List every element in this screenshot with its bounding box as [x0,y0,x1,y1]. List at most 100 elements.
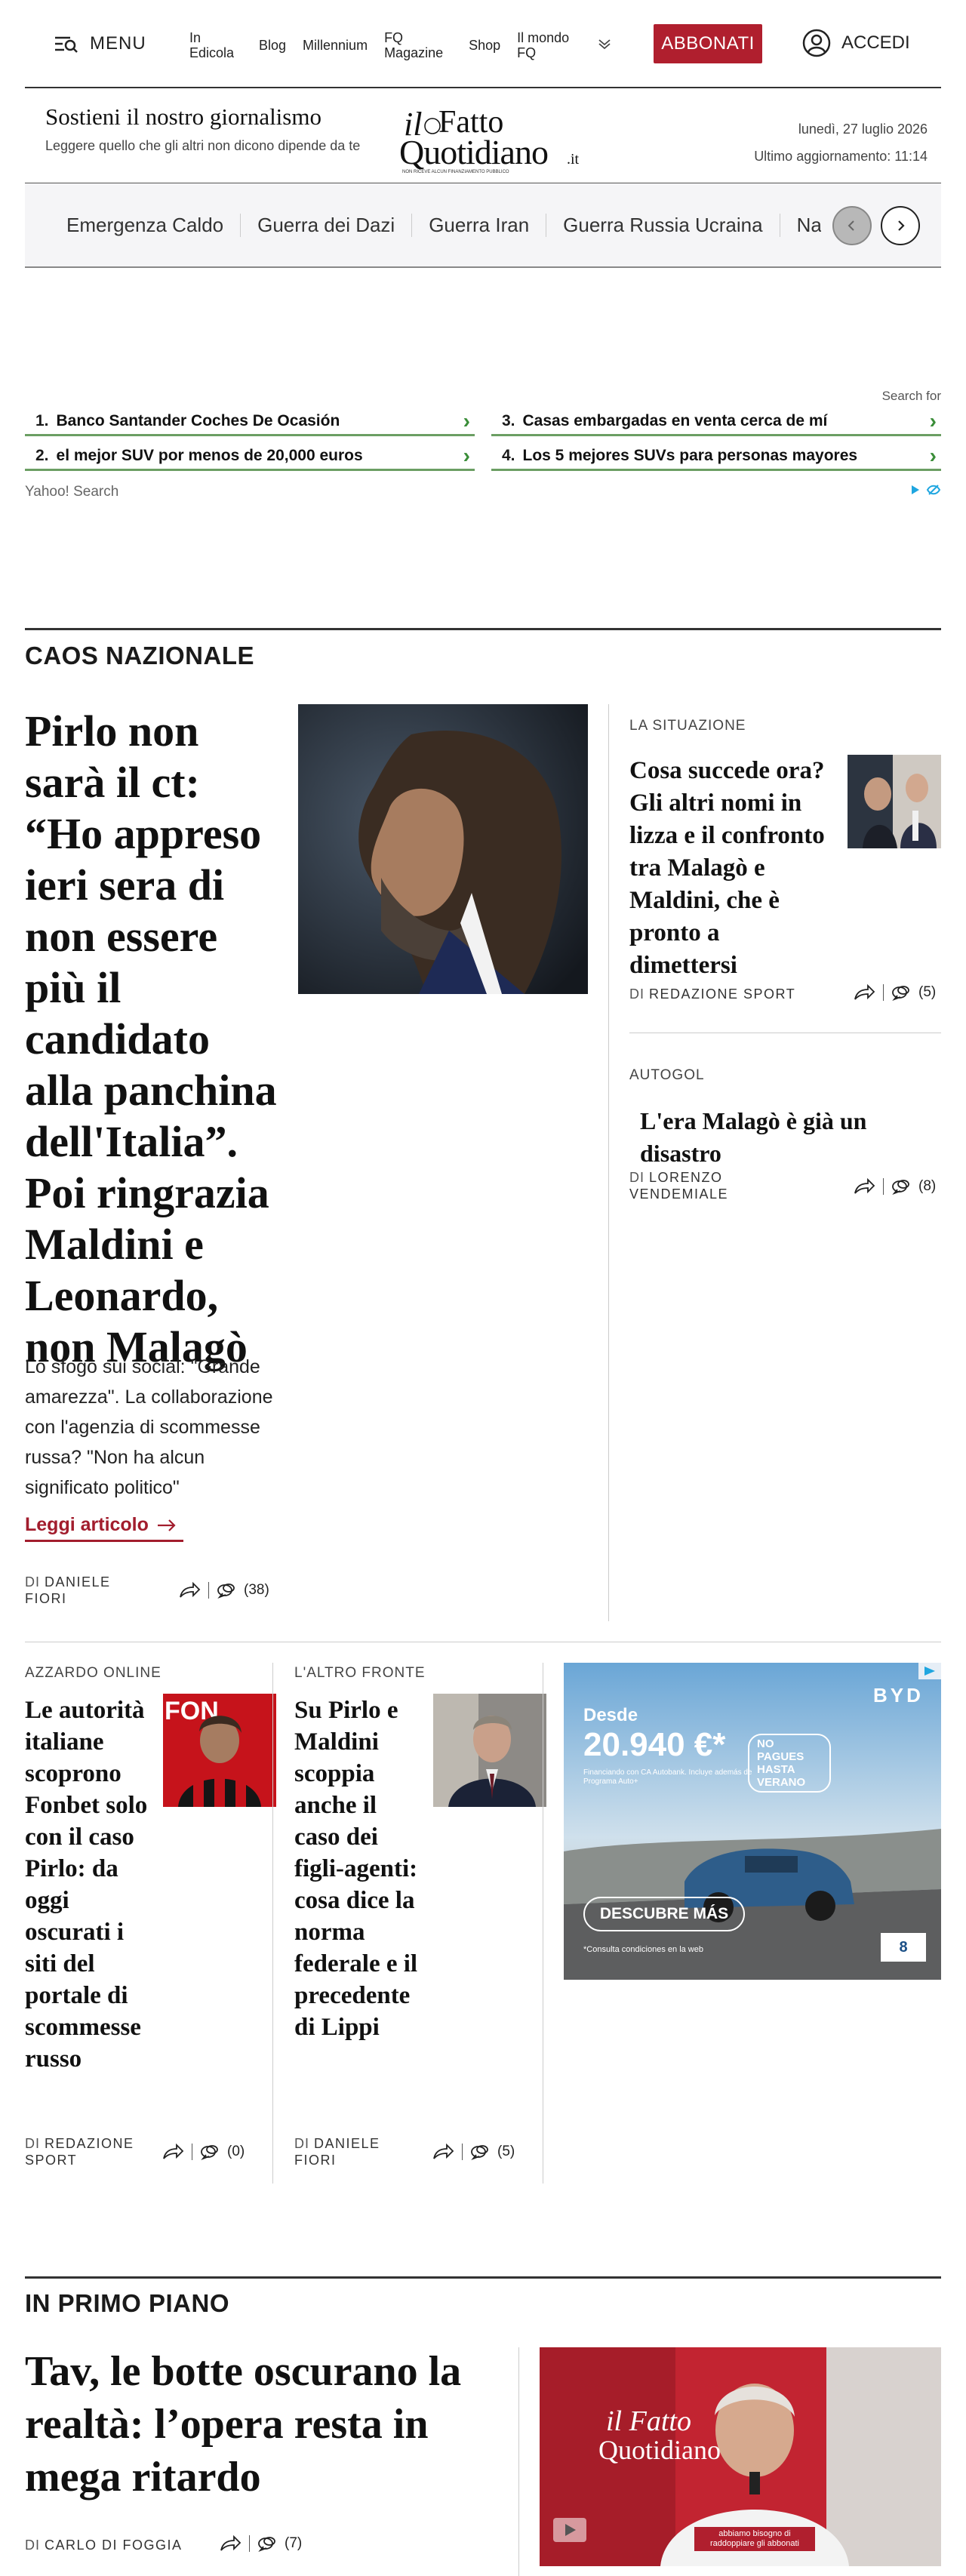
search-ad-link-2[interactable]: 2. el mejor SUV por menos de 20,000 euro… [25,442,475,471]
chevron-down-icon[interactable] [597,36,612,55]
comments-icon[interactable] [470,2144,490,2160]
side1-actions: (5) [853,984,936,1001]
nav-link-millennium[interactable]: Millennium [303,38,368,53]
nav-link-il-mondo-fq[interactable]: Il mondo FQ [517,30,585,60]
comment-count: (8) [918,1178,937,1194]
topic-emergenza-caldo[interactable]: Emergenza Caldo [66,213,242,237]
kicker-la-situazione[interactable]: LA SITUAZIONE [629,718,746,734]
topic-guerra-russia-ucraina[interactable]: Guerra Russia Ucraina [546,213,780,237]
promo-video[interactable]: il Fatto Quotidiano abbiamo bisogno di r… [540,2347,941,2566]
topic-guerra-iran[interactable]: Guerra Iran [412,213,547,237]
main-story-image[interactable] [298,704,588,994]
byline-prefix: DI [25,1574,40,1590]
ad-warranty-badge: 8 [881,1933,926,1962]
nav-link-in-edicola[interactable]: In Edicola [189,30,242,60]
comment-count: (38) [244,1582,269,1598]
site-logo[interactable]: il Fatto Quotidiano .it NON RICEVE ALCUN… [395,97,591,176]
byline-prefix: DI [629,1170,645,1185]
row2a-byline: DI REDAZIONE SPORT [25,2135,138,2168]
svg-text:Quotidiano: Quotidiano [399,133,548,171]
side-headline-2[interactable]: L'era Malagò è già un disastro [640,1105,942,1170]
share-icon[interactable] [432,2144,454,2160]
search-for-label: Search for [881,389,941,403]
row2-story-b-image[interactable] [433,1694,546,1807]
share-icon[interactable] [853,984,875,1001]
nav-link-fq-magazine[interactable]: FQ Magazine [384,30,452,60]
byline-prefix: DI [629,986,645,1002]
menu-label: MENU [90,33,146,54]
topic-strip: Emergenza Caldo Guerra dei Dazi Guerra I… [25,183,941,268]
author-carlo-di-foggia[interactable]: CARLO DI FOGGIA [45,2538,183,2553]
svg-text:NON RICEVE ALCUN FINANZIAMENTO: NON RICEVE ALCUN FINANZIAMENTO PUBBLICO [402,170,509,174]
section-title-caos-nazionale[interactable]: CAOS NAZIONALE [25,642,254,670]
search-ad-text: Banco Santander Coches De Ocasión [56,411,340,429]
kicker-autogol[interactable]: AUTOGOL [629,1067,705,1084]
main-summary: Lo sfogo sui social: "Grande amarezza". … [25,1356,273,1498]
share-icon[interactable] [219,2535,242,2552]
chevron-right-icon: › [929,443,937,467]
search-ad-link-4[interactable]: 4. Los 5 mejores SUVs para personas mayo… [491,442,941,471]
adchoices-icons[interactable] [909,484,941,496]
comments-icon[interactable] [257,2535,277,2552]
chevron-right-icon: › [929,408,937,432]
menu-search-icon [55,36,78,53]
row2-story-a-image[interactable]: FON [163,1694,276,1807]
ad-cta-button[interactable]: DESCUBRE MÁS [583,1897,745,1931]
search-ad-text: Casas embargadas en venta cerca de mí [522,411,828,429]
kicker-l-altro-fronte[interactable]: L'ALTRO FRONTE [294,1665,426,1682]
topics-next-button[interactable] [881,206,920,245]
share-icon[interactable] [178,1582,201,1599]
divider [249,2535,250,2552]
masthead: Sostieni il nostro giornalismo Leggere q… [25,90,941,183]
section-rule [25,628,941,630]
section-title-in-primo-piano[interactable]: IN PRIMO PIANO [25,2289,229,2318]
comments-icon[interactable] [200,2144,220,2160]
row2-headline-b[interactable]: Su Pirlo e Maldini scoppia anche il caso… [294,1694,423,2043]
share-icon[interactable] [162,2144,184,2160]
side-headline-1[interactable]: Cosa succede ora? Gli altri nomi in lizz… [629,755,833,982]
comment-count: (7) [285,2535,303,2551]
author-redazione-sport[interactable]: REDAZIONE SPORT [649,986,795,1002]
byline-prefix: DI [294,2136,309,2151]
section-rule [25,2276,941,2279]
author-redazione-sport[interactable]: REDAZIONE SPORT [25,2136,134,2168]
search-ad-link-3[interactable]: 3. Casas embargadas en venta cerca de mí… [491,408,941,436]
search-ad-num: 3. [502,411,515,429]
adchoices-icon [926,485,941,495]
author-lorenzo-vendemiale[interactable]: LORENZO VENDEMIALE [629,1170,728,1202]
comment-count: (5) [497,2144,515,2159]
top-navigation: MENU In Edicola Blog Millennium FQ Magaz… [25,0,941,88]
share-icon[interactable] [853,1178,875,1195]
comments-icon[interactable] [891,1178,911,1195]
side-story-1-image[interactable] [848,755,941,848]
svg-text:il Fatto: il Fatto [606,2405,691,2437]
ad-brand: BYD [873,1684,924,1707]
nav-link-shop[interactable]: Shop [469,38,500,53]
kicker-azzardo-online[interactable]: AZZARDO ONLINE [25,1665,162,1682]
main-actions: (38) [178,1582,269,1599]
divider [462,2144,463,2160]
byline-prefix: DI [25,2136,40,2151]
search-ad-link-1[interactable]: 1. Banco Santander Coches De Ocasión › [25,408,475,436]
read-article-underline [25,1540,183,1542]
nav-link-blog[interactable]: Blog [259,38,286,53]
primo-piano-headline[interactable]: Tav, le botte oscurano la realtà: l’oper… [25,2345,508,2504]
topic-guerra-dei-dazi[interactable]: Guerra dei Dazi [241,213,413,237]
comments-icon[interactable] [891,984,911,1001]
read-article-link[interactable]: Leggi articolo [25,1514,183,1542]
search-ad-num: 4. [502,446,515,464]
section-links: In Edicola Blog Millennium FQ Magazine S… [189,23,612,68]
subscribe-button[interactable]: ABBONATI [654,24,762,63]
arrow-right-icon [157,1519,176,1531]
topic-truncated[interactable]: Na [780,214,821,237]
main-byline: DI DANIELE FIORI [25,1574,138,1607]
menu-button[interactable]: MENU [54,33,146,54]
car-ad-banner[interactable]: BYD Desde 20.940 €* NO PAGUES HASTA VERA… [564,1663,941,1980]
divider [883,984,884,1001]
row2-headline-a[interactable]: Le autorità italiane scoprono Fonbet sol… [25,1694,153,2075]
support-title[interactable]: Sostieni il nostro giornalismo [45,103,321,131]
main-headline[interactable]: Pirlo non sarà il ct: “Ho appreso ieri s… [25,706,281,1373]
comments-icon[interactable] [217,1582,236,1599]
topics-prev-button[interactable] [832,206,872,245]
login-button[interactable]: ACCEDI [802,29,910,57]
